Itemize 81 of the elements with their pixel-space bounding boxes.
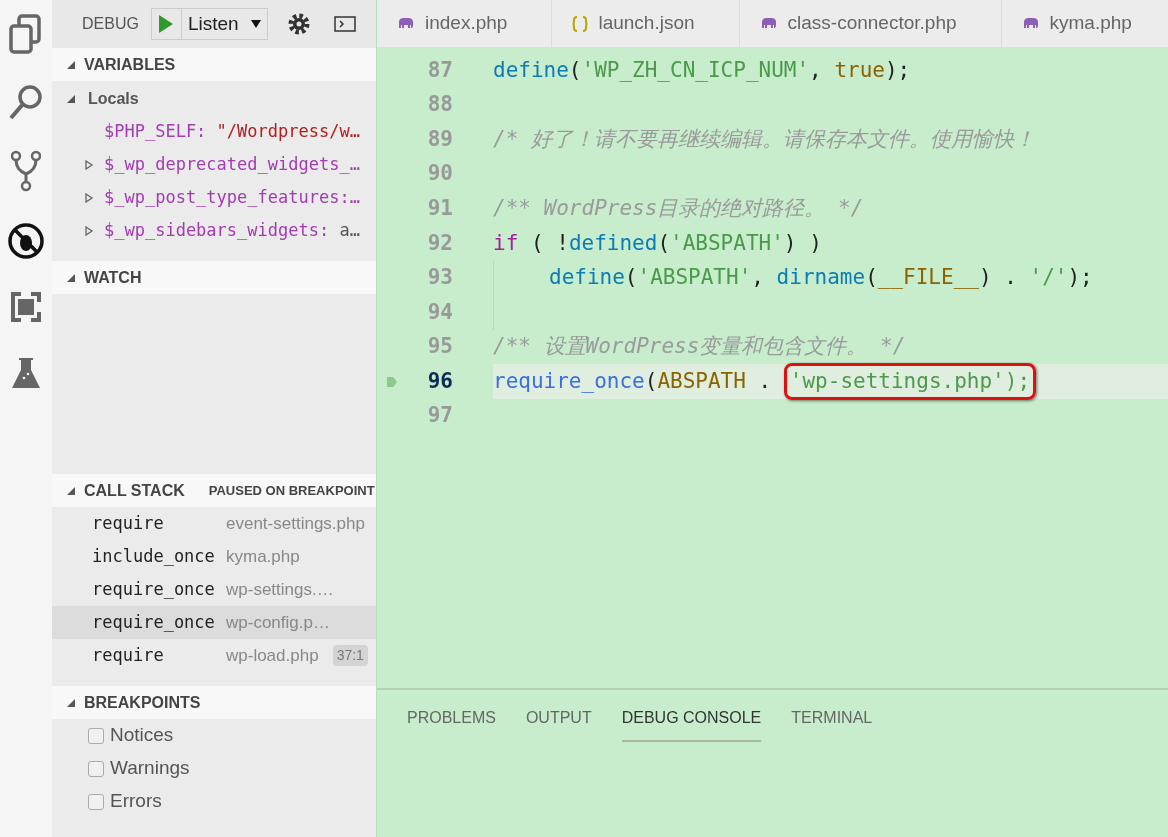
- elephant-icon: [1021, 16, 1040, 31]
- variable-entry[interactable]: $PHP_SELF: "/Wordpress/w…: [104, 118, 360, 145]
- line-number: 89: [426, 125, 453, 153]
- function-name: require: [92, 511, 165, 535]
- collapse-icon[interactable]: [66, 59, 76, 70]
- panel-tab[interactable]: TERMINAL: [791, 706, 873, 742]
- checkbox-label: Warnings: [110, 756, 190, 781]
- checkbox-label: Errors: [110, 789, 162, 814]
- code-line: if ( !defined('ABSPATH') ): [493, 229, 822, 257]
- elephant-icon: [759, 16, 778, 31]
- code-line: /** 设置WordPress变量和包含文件。 */: [493, 333, 906, 361]
- function-name: require: [92, 643, 165, 667]
- debug-label: DEBUG: [82, 14, 139, 34]
- file-name: wp-settings.…: [226, 578, 334, 601]
- line-number: 91: [426, 194, 453, 222]
- panel-tab[interactable]: OUTPUT: [525, 706, 592, 742]
- code-line: /* 好了！请不要再继续编辑。请保存本文件。使用愉快！: [493, 125, 1035, 153]
- line-number: 94: [426, 298, 453, 326]
- collapse-icon[interactable]: [66, 697, 76, 708]
- terminal-icon[interactable]: [333, 16, 356, 32]
- collapse-icon[interactable]: [66, 485, 76, 496]
- no-bug-icon[interactable]: [7, 222, 45, 260]
- checkbox[interactable]: [88, 793, 104, 810]
- stack-frame[interactable]: require event-settings.php: [52, 507, 376, 540]
- file-name: kyma.php: [226, 545, 300, 568]
- stack-frame[interactable]: require wp-load.php 37:1: [52, 639, 376, 672]
- line-number: 90: [426, 160, 453, 188]
- section-title[interactable]: VARIABLES: [84, 52, 176, 77]
- code-line: /** WordPress目录的绝对路径。 */: [493, 194, 864, 222]
- section-title[interactable]: BREAKPOINTS: [84, 690, 201, 715]
- checkbox[interactable]: [88, 760, 104, 777]
- editor-tab[interactable]: class-connector.php: [739, 0, 1002, 47]
- line-number: 88: [426, 91, 453, 119]
- code-line: require_once(ABSPATH . 'wp-settings.php');: [493, 365, 1037, 398]
- code-line: define('ABSPATH', dirname(__FILE__) . '/');: [549, 264, 1093, 292]
- function-name: include_once: [92, 544, 212, 568]
- extensions-icon[interactable]: [9, 290, 43, 324]
- position-badge: 37:1: [332, 645, 368, 666]
- stack-frame[interactable]: require_once wp-config.p…: [52, 606, 376, 639]
- code-line: define('WP_ZH_CN_ICP_NUM', true);: [493, 56, 911, 84]
- caret-icon: [250, 20, 261, 28]
- file-name: wp-config.p…: [226, 611, 330, 634]
- line-number: 96: [426, 367, 453, 395]
- expand-icon[interactable]: [84, 225, 94, 236]
- function-name: require_once: [92, 610, 212, 634]
- stack-frame[interactable]: require_once wp-settings.…: [52, 573, 376, 606]
- settings-icon[interactable]: [287, 13, 310, 35]
- scope-label[interactable]: Locals: [88, 86, 139, 111]
- line-number: 93: [426, 264, 453, 292]
- variable-entry[interactable]: $_wp_post_type_features:…: [104, 184, 360, 211]
- line-number: 95: [426, 333, 453, 361]
- variable-entry[interactable]: $_wp_sidebars_widgets: a…: [104, 217, 360, 244]
- checkbox-label: Notices: [110, 723, 174, 748]
- expand-icon[interactable]: [84, 159, 94, 170]
- section-title[interactable]: CALL STACK: [84, 478, 185, 503]
- editor-tab[interactable]: kyma.php: [1001, 0, 1168, 47]
- file-name: event-settings.php: [226, 512, 365, 535]
- files-icon[interactable]: [9, 14, 43, 54]
- line-number: 97: [426, 402, 453, 430]
- editor-tab[interactable]: launch.json: [552, 0, 740, 47]
- play-icon: [159, 15, 174, 33]
- elephant-icon: [397, 16, 415, 31]
- file-name: wp-load.php: [226, 644, 319, 667]
- collapse-icon[interactable]: [66, 272, 76, 283]
- branch-icon[interactable]: [11, 150, 41, 192]
- function-name: require_once: [92, 577, 212, 601]
- line-number: 87: [426, 56, 453, 84]
- highlight-annotation: 'wp-settings.php');: [783, 362, 1037, 401]
- section-title[interactable]: WATCH: [84, 265, 142, 290]
- expand-icon[interactable]: [84, 192, 94, 203]
- line-number: 92: [426, 229, 453, 257]
- editor-tab[interactable]: index.php: [377, 0, 553, 47]
- variable-entry[interactable]: $_wp_deprecated_widgets_…: [104, 151, 360, 178]
- panel-tab[interactable]: DEBUG CONSOLE: [621, 706, 762, 742]
- checkbox[interactable]: [88, 727, 104, 744]
- stack-frame[interactable]: include_once kyma.php: [52, 540, 376, 573]
- search-icon[interactable]: [9, 84, 43, 120]
- collapse-icon[interactable]: [66, 93, 76, 104]
- panel-tab[interactable]: PROBLEMS: [407, 706, 496, 742]
- braces-icon: [572, 15, 589, 32]
- section-status: PAUSED ON BREAKPOINT: [208, 481, 375, 500]
